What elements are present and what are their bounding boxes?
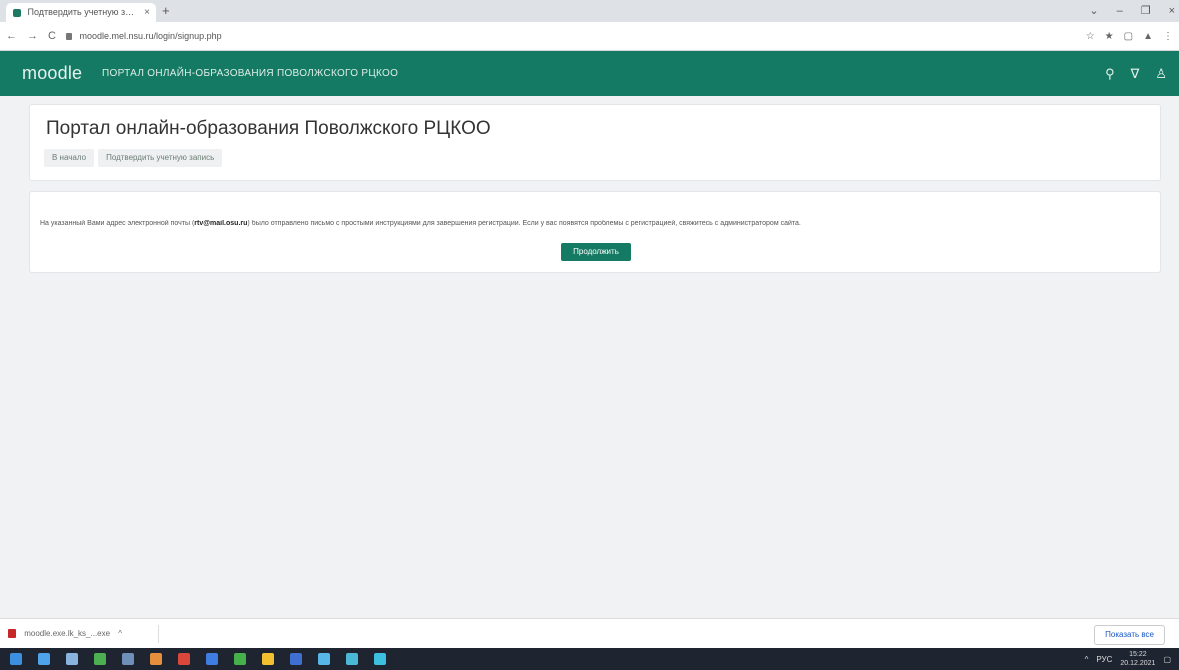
taskbar-app-icon[interactable] — [150, 653, 162, 665]
minimize-button[interactable]: – — [1117, 0, 1123, 22]
breadcrumb-current: Подтвердить учетную запись — [98, 149, 223, 167]
taskbar-app-icon[interactable] — [122, 653, 134, 665]
extensions-icon[interactable]: ▢ — [1124, 31, 1133, 42]
user-icon[interactable]: ♙ — [1155, 66, 1167, 82]
browser-toolbar: ← → C moodle.mel.nsu.ru/login/signup.php… — [0, 22, 1179, 51]
taskbar-app-icon[interactable] — [234, 653, 246, 665]
url-text: moodle.mel.nsu.ru/login/signup.php — [79, 31, 222, 41]
language-indicator[interactable]: РУС — [1096, 655, 1112, 664]
tray-arrow-icon[interactable]: ^ — [1085, 655, 1089, 664]
reload-icon[interactable]: C — [48, 30, 56, 42]
breadcrumb-home[interactable]: В начало — [44, 149, 95, 167]
site-title-link[interactable]: ПОРТАЛ ОНЛАЙН-ОБРАЗОВАНИЯ ПОВОЛЖСКОГО РЦ… — [102, 51, 398, 96]
download-bar: moodle.exe.lk_ks_...exe ^ Показать все — [0, 618, 1179, 649]
page-title: Портал онлайн-образования Поволжского РЦ… — [46, 118, 491, 139]
profile-icon[interactable]: ▲ — [1143, 31, 1153, 42]
confirmation-message-card: На указанный Вами адрес электронной почт… — [29, 191, 1161, 273]
clock-time: 15:22 — [1129, 651, 1147, 658]
address-bar[interactable]: moodle.mel.nsu.ru/login/signup.php — [60, 27, 1080, 45]
nav-buttons: ← → C — [6, 22, 56, 50]
lock-icon — [66, 33, 72, 41]
site-favicon-icon — [13, 8, 21, 17]
share-icon[interactable]: ☆ — [1086, 31, 1095, 42]
window-controls: ⌄ – ❐ × — [1089, 0, 1175, 22]
extension-icons: ☆ ★ ▢ ▲ ⋮ — [1086, 22, 1173, 50]
moodle-logo[interactable]: moodle — [22, 51, 82, 96]
email-address: rtv@mail.osu.ru — [194, 220, 248, 227]
taskbar-app-icon[interactable] — [318, 653, 330, 665]
system-tray: ^ РУС 15:22 20.12.2021 ▢ — [1085, 648, 1171, 670]
bookmark-star-icon[interactable]: ★ — [1105, 31, 1114, 42]
tab-search-icon[interactable]: ⌄ — [1089, 0, 1098, 22]
search-icon[interactable]: ⚲ — [1105, 66, 1115, 82]
notifications-icon[interactable]: ▢ — [1163, 655, 1171, 664]
taskbar-app-icon[interactable] — [66, 653, 78, 665]
back-icon[interactable]: ← — [6, 30, 17, 42]
browser-menu-icon[interactable]: ⋮ — [1163, 31, 1173, 42]
taskbar-app-icon[interactable] — [178, 653, 190, 665]
site-header: moodle ПОРТАЛ ОНЛАЙН-ОБРАЗОВАНИЯ ПОВОЛЖС… — [0, 51, 1179, 96]
taskbar-apps — [10, 648, 386, 670]
browser-tab[interactable]: Подтвердить учетную запись × — [6, 3, 156, 22]
taskbar-app-icon[interactable] — [94, 653, 106, 665]
tab-close-icon[interactable]: × — [144, 3, 150, 22]
tab-title: Подтвердить учетную запись — [27, 7, 138, 18]
breadcrumb: В начало Подтвердить учетную запись — [44, 149, 223, 167]
file-icon — [8, 629, 16, 639]
taskbar-app-icon[interactable] — [206, 653, 218, 665]
taskbar-app-icon[interactable] — [38, 653, 50, 665]
continue-button[interactable]: Продолжить — [561, 243, 631, 261]
confirmation-message: На указанный Вами адрес электронной почт… — [40, 220, 1150, 227]
browser-tab-bar: Подтвердить учетную запись × + ⌄ – ❐ × — [0, 0, 1179, 22]
taskbar-app-icon[interactable] — [346, 653, 358, 665]
chevron-up-icon[interactable]: ^ — [118, 629, 122, 638]
download-item[interactable]: moodle.exe.lk_ks_...exe ^ — [8, 625, 159, 643]
show-all-button[interactable]: Показать все — [1094, 625, 1165, 645]
windows-start-icon[interactable] — [10, 653, 22, 665]
windows-taskbar: ^ РУС 15:22 20.12.2021 ▢ — [0, 648, 1179, 670]
page-header-card: Портал онлайн-образования Поволжского РЦ… — [29, 104, 1161, 181]
header-icons: ⚲ ∇ ♙ — [1105, 51, 1167, 96]
forward-icon[interactable]: → — [27, 30, 38, 42]
filter-icon[interactable]: ∇ — [1131, 66, 1140, 82]
taskbar-app-icon[interactable] — [290, 653, 302, 665]
clock-date: 20.12.2021 — [1120, 660, 1156, 667]
maximize-button[interactable]: ❐ — [1141, 0, 1151, 22]
message-text-after: ) было отправлено письмо с простыми инст… — [247, 220, 801, 227]
message-text-before: На указанный Вами адрес электронной почт… — [40, 220, 195, 227]
clock[interactable]: 15:22 20.12.2021 — [1120, 650, 1155, 668]
download-file-name: moodle.exe.lk_ks_...exe — [24, 629, 111, 638]
close-window-button[interactable]: × — [1169, 0, 1175, 22]
taskbar-app-icon[interactable] — [374, 653, 386, 665]
new-tab-button[interactable]: + — [162, 3, 170, 19]
taskbar-app-icon[interactable] — [262, 653, 274, 665]
